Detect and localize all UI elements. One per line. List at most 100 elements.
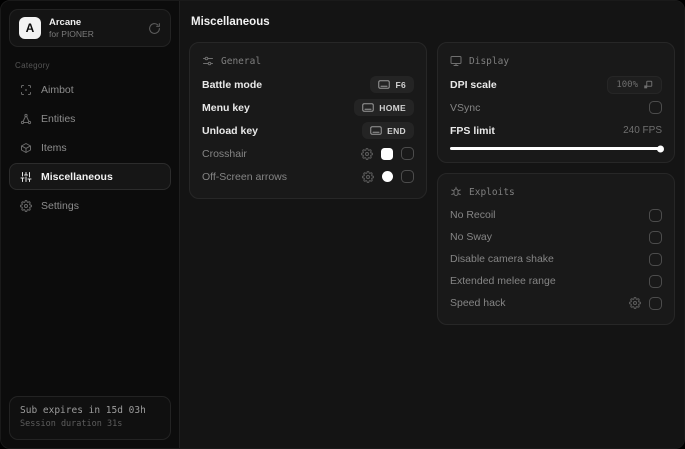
setting-row-unload-key: Unload key END [202, 119, 414, 142]
sidebar-item-miscellaneous[interactable]: Miscellaneous [9, 163, 171, 190]
battle-mode-keybind[interactable]: F6 [370, 76, 414, 93]
setting-label: Off-Screen arrows [202, 170, 287, 183]
speed-hack-checkbox[interactable] [649, 296, 662, 310]
sidebar-item-label: Settings [41, 199, 79, 212]
app-logo-letter: A [25, 21, 35, 35]
extended-melee-range-checkbox[interactable] [649, 274, 662, 288]
exploits-panel: Exploits No Recoil No Sway Disable camer… [437, 173, 675, 325]
keyboard-icon [378, 80, 391, 89]
package-icon [19, 142, 32, 154]
setting-label: No Sway [450, 231, 493, 243]
keybind-value: F6 [395, 79, 406, 90]
sub-expiry-text: Sub expires in 15d 03h [20, 405, 146, 416]
crosshair-icon [19, 84, 32, 96]
session-duration-text: Session duration 31s [20, 419, 123, 430]
sidebar-item-settings[interactable]: Settings [9, 192, 171, 219]
sidebar: A Arcane for PIONER Category Aimbot Enti… [1, 1, 179, 448]
scaling-icon [643, 80, 653, 90]
general-panel-title: General [221, 55, 262, 67]
profile-card: A Arcane for PIONER [9, 9, 171, 47]
keybind-value: END [387, 125, 406, 136]
gear-icon [19, 199, 32, 212]
slider-fill [450, 145, 664, 152]
sidebar-item-items[interactable]: Items [9, 134, 171, 161]
setting-label: DPI scale [450, 78, 497, 91]
setting-row-crosshair: Crosshair [202, 142, 414, 165]
main-content: Miscellaneous General Battle mode F6 Men… [179, 1, 684, 448]
refresh-icon[interactable] [148, 22, 161, 35]
bug-icon [450, 186, 462, 198]
sidebar-item-label: Entities [41, 112, 76, 125]
profile-text: Arcane for PIONER [49, 17, 140, 40]
setting-row-dpi-scale: DPI scale 100% [450, 73, 662, 96]
setting-row-disable-camera-shake: Disable camera shake [450, 248, 662, 270]
setting-label: Unload key [202, 124, 259, 137]
fps-limit-value: 240 FPS [623, 125, 662, 136]
app-logo: A [19, 17, 41, 39]
disable-camera-shake-checkbox[interactable] [649, 252, 662, 266]
setting-row-offscreen-arrows: Off-Screen arrows [202, 165, 414, 188]
keyboard-icon [362, 103, 375, 112]
exploits-panel-title: Exploits [469, 186, 515, 198]
keyboard-icon [370, 126, 382, 135]
right-column: Display DPI scale 100% VSync FPS limit 2… [437, 42, 675, 325]
setting-row-no-recoil: No Recoil [450, 204, 662, 226]
setting-label: No Recoil [450, 209, 496, 221]
no-sway-checkbox[interactable] [649, 230, 662, 244]
unload-keybind[interactable]: END [362, 122, 414, 139]
sidebar-item-entities[interactable]: Entities [9, 105, 171, 132]
setting-row-extended-melee-range: Extended melee range [450, 270, 662, 292]
setting-label: Speed hack [450, 297, 506, 309]
monitor-icon [450, 55, 462, 67]
display-panel-title: Display [469, 55, 510, 67]
page-title: Miscellaneous [191, 16, 270, 28]
color-swatch[interactable] [381, 147, 393, 160]
no-recoil-checkbox[interactable] [649, 208, 662, 222]
setting-row-battle-mode: Battle mode F6 [202, 73, 414, 96]
color-swatch[interactable] [382, 171, 393, 182]
app-subtitle: for PIONER [49, 28, 94, 39]
setting-row-vsync: VSync [450, 96, 662, 119]
dpi-scale-select[interactable]: 100% [607, 75, 662, 94]
row-controls [362, 170, 414, 183]
sidebar-item-label: Aimbot [41, 83, 74, 96]
slider-knob[interactable] [657, 145, 664, 152]
setting-label: FPS limit [450, 124, 495, 137]
display-panel: Display DPI scale 100% VSync FPS limit 2… [437, 42, 675, 163]
row-controls [361, 147, 414, 160]
entities-icon [19, 113, 32, 125]
setting-row-menu-key: Menu key HOME [202, 96, 414, 119]
setting-label: Disable camera shake [450, 253, 554, 265]
vsync-checkbox[interactable] [649, 101, 662, 114]
sidebar-item-label: Items [41, 141, 67, 154]
category-label: Category [15, 61, 50, 70]
setting-label: Extended melee range [450, 275, 556, 287]
subscription-info: Sub expires in 15d 03h Session duration … [9, 396, 171, 440]
menu-keybind[interactable]: HOME [354, 99, 414, 116]
exploits-panel-header: Exploits [450, 183, 662, 201]
setting-row-fps-limit: FPS limit 240 FPS [450, 119, 662, 142]
general-panel-header: General [202, 52, 414, 70]
app-name: Arcane [49, 16, 82, 28]
sidebar-item-aimbot[interactable]: Aimbot [9, 76, 171, 103]
gear-icon[interactable] [629, 297, 641, 309]
sliders-icon [19, 171, 32, 183]
setting-label: Menu key [202, 101, 250, 114]
setting-row-speed-hack: Speed hack [450, 292, 662, 314]
sidebar-nav: Aimbot Entities Items Miscellaneous Sett… [9, 76, 171, 219]
gear-icon[interactable] [362, 170, 374, 183]
app-window: A Arcane for PIONER Category Aimbot Enti… [0, 0, 685, 449]
toggles-icon [202, 55, 214, 67]
crosshair-checkbox[interactable] [401, 147, 414, 160]
setting-label: Crosshair [202, 147, 247, 160]
slider-track [450, 145, 664, 152]
dpi-scale-value: 100% [616, 79, 638, 90]
setting-label: VSync [450, 101, 481, 114]
fps-limit-slider[interactable] [450, 145, 664, 152]
offscreen-arrows-checkbox[interactable] [401, 170, 414, 183]
row-controls [629, 296, 662, 310]
gear-icon[interactable] [361, 147, 373, 160]
general-panel: General Battle mode F6 Menu key HOME Unl… [189, 42, 427, 199]
keybind-value: HOME [379, 102, 406, 113]
panel-columns: General Battle mode F6 Menu key HOME Unl… [189, 42, 675, 325]
